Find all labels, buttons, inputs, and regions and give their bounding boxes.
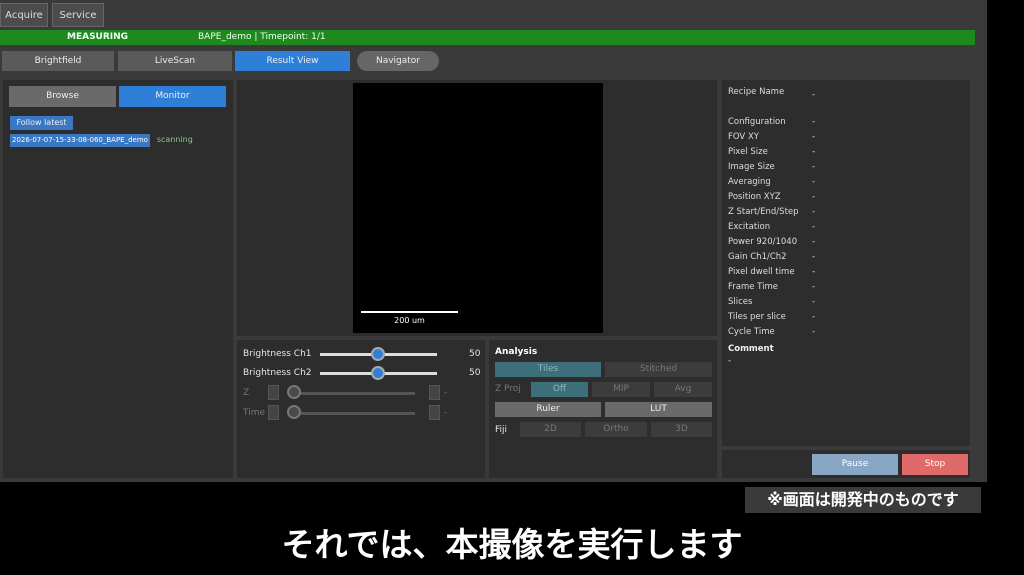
info-label: Pixel Size bbox=[728, 147, 768, 157]
tab-navigator[interactable]: Navigator bbox=[357, 51, 439, 71]
fiji-2d-button[interactable]: 2D bbox=[520, 422, 581, 437]
info-label: Power 920/1040 bbox=[728, 237, 798, 247]
info-value: - bbox=[812, 297, 816, 307]
fiji-label: Fiji bbox=[495, 425, 508, 435]
development-notice: ※画面は開発中のものです bbox=[745, 487, 981, 513]
browse-button[interactable]: Browse bbox=[9, 86, 116, 107]
session-panel: Browse Monitor Follow latest 2026-07-07-… bbox=[3, 80, 233, 478]
info-label: Gain Ch1/Ch2 bbox=[728, 252, 787, 262]
pause-button[interactable]: Pause bbox=[812, 454, 898, 475]
fiji-ortho-button[interactable]: Ortho bbox=[585, 422, 647, 437]
info-value: - bbox=[812, 117, 816, 127]
zproj-avg-button[interactable]: Avg bbox=[654, 382, 712, 397]
stop-button[interactable]: Stop bbox=[902, 454, 968, 475]
session-status: scanning bbox=[156, 135, 193, 144]
info-label: Excitation bbox=[728, 222, 771, 232]
brightness-ch1-value: 50 bbox=[469, 349, 481, 359]
info-value: - bbox=[812, 162, 816, 172]
time-value: - bbox=[444, 408, 448, 418]
analysis-panel: Analysis Tiles Stitched Z Proj Off MIP A… bbox=[489, 340, 717, 478]
z-track[interactable] bbox=[293, 392, 415, 395]
time-slider-handle[interactable] bbox=[287, 405, 301, 419]
z-value: - bbox=[444, 388, 448, 398]
tab-result-view[interactable]: Result View bbox=[235, 51, 350, 71]
info-value: - bbox=[812, 282, 816, 292]
info-label: FOV XY bbox=[728, 132, 759, 142]
stitched-button[interactable]: Stitched bbox=[605, 362, 712, 377]
status-bar: MEASURING BAPE_demo | Timepoint: 1/1 bbox=[0, 30, 975, 45]
info-label: Averaging bbox=[728, 177, 771, 187]
fiji-3d-button[interactable]: 3D bbox=[651, 422, 712, 437]
z-step-down-button[interactable] bbox=[268, 385, 279, 400]
info-label: Slices bbox=[728, 297, 753, 307]
status-state: MEASURING bbox=[67, 32, 129, 42]
info-label: Configuration bbox=[728, 117, 786, 127]
ruler-button[interactable]: Ruler bbox=[495, 402, 601, 417]
zproj-mip-button[interactable]: MIP bbox=[592, 382, 650, 397]
info-label: Position XYZ bbox=[728, 192, 781, 202]
info-label: Z Start/End/Step bbox=[728, 207, 799, 217]
recipe-name-label: Recipe Name bbox=[728, 87, 785, 97]
time-label: Time bbox=[243, 408, 266, 418]
scale-bar bbox=[361, 311, 458, 313]
brightness-ch1-label: Brightness Ch1 bbox=[243, 349, 312, 359]
info-value: - bbox=[812, 222, 816, 232]
scale-bar-label: 200 um bbox=[394, 316, 425, 325]
info-value: - bbox=[812, 312, 816, 322]
z-label: Z bbox=[243, 388, 250, 398]
video-subtitle: それでは、本撮像を実行します bbox=[281, 525, 743, 564]
tab-brightfield[interactable]: Brightfield bbox=[2, 51, 114, 71]
info-value: - bbox=[812, 132, 816, 142]
info-label: Frame Time bbox=[728, 282, 778, 292]
comment-label: Comment bbox=[728, 344, 774, 354]
tab-service[interactable]: Service bbox=[52, 3, 104, 27]
session-name: 2026-07-07-15-33-08-060_BAPE_demo bbox=[10, 134, 150, 147]
brightness-ch2-slider-handle[interactable] bbox=[371, 366, 385, 380]
brightness-ch2-value: 50 bbox=[469, 368, 481, 378]
zproj-label: Z Proj bbox=[495, 384, 521, 394]
lut-button[interactable]: LUT bbox=[605, 402, 712, 417]
metadata-panel: Recipe Name - Comment - Configuration - FO… bbox=[722, 80, 970, 446]
info-value: - bbox=[812, 267, 816, 277]
tab-acquire[interactable]: Acquire bbox=[0, 3, 48, 27]
comment-value: - bbox=[728, 356, 732, 366]
action-panel: Pause Stop bbox=[722, 450, 970, 478]
monitor-button[interactable]: Monitor bbox=[119, 86, 226, 107]
info-value: - bbox=[812, 327, 816, 337]
recipe-name-value: - bbox=[812, 90, 816, 100]
zproj-off-button[interactable]: Off bbox=[531, 382, 588, 397]
image-panel: 200 um bbox=[237, 80, 717, 336]
app-window: Acquire Service MEASURING BAPE_demo | Ti… bbox=[0, 0, 987, 482]
info-value: - bbox=[812, 252, 816, 262]
brightness-panel: Brightness Ch1 50 Brightness Ch2 50 Z - … bbox=[237, 340, 485, 478]
status-info: BAPE_demo | Timepoint: 1/1 bbox=[198, 32, 326, 42]
info-label: Pixel dwell time bbox=[728, 267, 795, 277]
tab-livescan[interactable]: LiveScan bbox=[118, 51, 232, 71]
follow-latest-button[interactable]: Follow latest bbox=[10, 116, 73, 130]
brightness-ch1-slider-handle[interactable] bbox=[371, 347, 385, 361]
info-label: Image Size bbox=[728, 162, 775, 172]
z-slider-handle[interactable] bbox=[287, 385, 301, 399]
info-value: - bbox=[812, 237, 816, 247]
info-label: Tiles per slice bbox=[728, 312, 786, 322]
analysis-title: Analysis bbox=[495, 347, 538, 357]
info-value: - bbox=[812, 192, 816, 202]
time-step-down-button[interactable] bbox=[268, 405, 279, 420]
image-viewer[interactable]: 200 um bbox=[353, 83, 603, 333]
info-value: - bbox=[812, 147, 816, 157]
info-value: - bbox=[812, 177, 816, 187]
time-step-up-button[interactable] bbox=[429, 405, 440, 420]
info-value: - bbox=[812, 207, 816, 217]
brightness-ch2-label: Brightness Ch2 bbox=[243, 368, 312, 378]
z-step-up-button[interactable] bbox=[429, 385, 440, 400]
tiles-button[interactable]: Tiles bbox=[495, 362, 601, 377]
info-label: Cycle Time bbox=[728, 327, 775, 337]
list-item[interactable]: 2026-07-07-15-33-08-060_BAPE_demo scanni… bbox=[10, 133, 193, 147]
time-track[interactable] bbox=[293, 412, 415, 415]
